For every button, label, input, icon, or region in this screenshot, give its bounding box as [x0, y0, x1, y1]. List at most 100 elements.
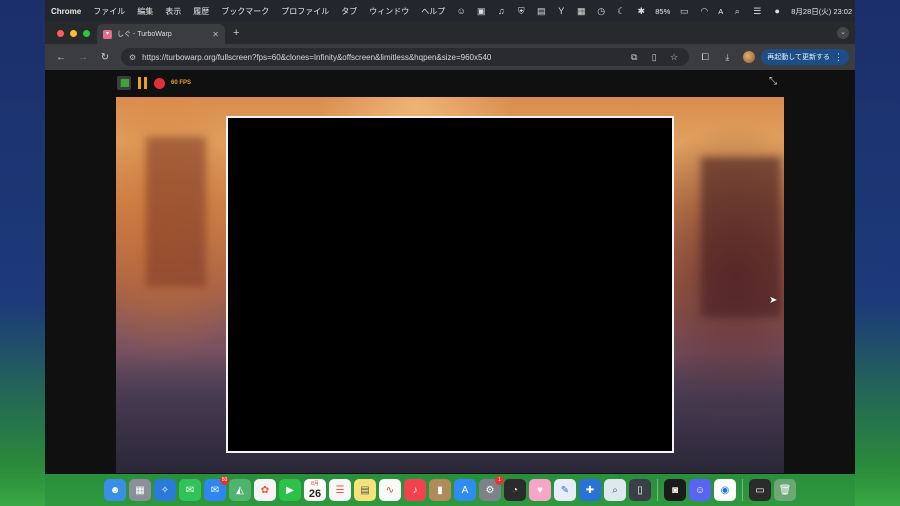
profile-avatar[interactable]	[743, 51, 756, 63]
safari-icon[interactable]: ✧	[154, 479, 176, 501]
menu-bookmarks[interactable]: ブックマーク	[215, 6, 275, 17]
input-mode[interactable]: A	[714, 7, 727, 16]
back-button[interactable]: ←	[51, 52, 71, 63]
bookmark-star-icon[interactable]: ☆	[667, 52, 681, 63]
mail-badge: 50	[220, 476, 229, 485]
tab-title: しぐ - TurboWarp	[117, 31, 172, 38]
extensions-icon[interactable]: ⧠	[695, 52, 715, 63]
menu-app-name[interactable]: Chrome	[45, 7, 87, 16]
messages-icon[interactable]: ✉	[179, 479, 201, 501]
grid-icon[interactable]: ▦	[571, 6, 591, 17]
freeform-icon[interactable]: ∿	[379, 479, 401, 501]
stop-icon[interactable]	[154, 77, 165, 89]
menu-history[interactable]: 履歴	[187, 6, 215, 17]
clock-icon[interactable]: ◷	[591, 6, 611, 17]
status-area: ☺ ▣ ♫ ⛨ ▤ Y ▦ ◷ ☾ ✱ 85% ▭ ◠ A ⌕ ☰ ● 8月28…	[451, 6, 856, 17]
calendar-month: 8月	[311, 480, 319, 487]
black-rectangle-sprite	[226, 116, 674, 453]
download-icon[interactable]: ⤓	[717, 52, 737, 63]
facetime-icon[interactable]: ▶	[279, 479, 301, 501]
control-center-icon[interactable]: ☰	[747, 6, 767, 17]
menu-edit[interactable]: 編集	[131, 6, 159, 17]
menu-window[interactable]: ウィンドウ	[363, 6, 415, 17]
zoom-window-button[interactable]	[83, 29, 90, 37]
kebab-menu-icon[interactable]: ⋮	[834, 52, 843, 63]
page-icon[interactable]: ▯	[647, 52, 661, 63]
trash-icon[interactable]: 🗑	[774, 479, 796, 501]
exit-fullscreen-icon[interactable]: ⤡	[769, 76, 777, 87]
reload-button[interactable]: ↻	[95, 52, 115, 63]
menu-tab[interactable]: タブ	[335, 6, 363, 17]
project-stage[interactable]	[116, 97, 784, 473]
notes-icon[interactable]: ▤	[354, 479, 376, 501]
music-icon[interactable]: ♫	[491, 6, 511, 16]
app-store-icon[interactable]: A	[454, 479, 476, 501]
preview-icon[interactable]: ⌕	[604, 479, 626, 501]
mouse-cursor-icon: ➤	[769, 295, 778, 306]
calendar-icon[interactable]: 8月 26	[304, 479, 326, 501]
settings-badge: 1	[495, 476, 504, 485]
battery-icon[interactable]: ▭	[674, 6, 694, 17]
menu-file[interactable]: ファイル	[87, 6, 131, 17]
pause-icon[interactable]	[138, 77, 147, 89]
reminders-icon[interactable]: ☰	[329, 479, 351, 501]
screen-icon[interactable]: ▣	[471, 6, 491, 17]
moon-icon[interactable]: ☾	[611, 6, 631, 17]
discord-icon[interactable]: ☺	[689, 479, 711, 501]
siri-icon[interactable]: ●	[767, 6, 787, 16]
iphone-mirroring-icon[interactable]: ▯	[629, 479, 651, 501]
shield-icon[interactable]: ⛨	[511, 6, 531, 17]
minimize-window-button[interactable]	[70, 29, 77, 37]
turbowarp-favicon-icon: ▾	[103, 29, 112, 39]
status-app-icon[interactable]: ☺	[451, 6, 471, 16]
menu-clock[interactable]: 8月28日(火) 23:02	[787, 6, 856, 17]
close-window-button[interactable]	[57, 29, 64, 37]
dock: ☻ ▦ ✧ ✉ ✉ 50 ◭ ✿ ▶ 8月 26 ☰ ▤ ∿ ♪ ▮ A ⚙ 1 ◔ …	[45, 474, 855, 506]
site-info-icon[interactable]: ⚙	[129, 53, 136, 62]
search-icon[interactable]: ⌕	[727, 6, 747, 17]
menu-help[interactable]: ヘルプ	[415, 6, 451, 17]
pink-app-icon[interactable]: ♥	[529, 479, 551, 501]
player-controls: 60 FPS	[117, 72, 191, 94]
launchpad-icon[interactable]: ▦	[129, 479, 151, 501]
bluetooth-icon[interactable]: ✱	[631, 6, 651, 17]
clipboard-icon[interactable]: ▤	[531, 6, 551, 17]
forward-button[interactable]: →	[73, 52, 93, 63]
menu-profiles[interactable]: プロファイル	[275, 6, 335, 17]
image-editor-icon[interactable]: ✎	[554, 479, 576, 501]
turbowarp-page: 60 FPS ⤡ ➤	[45, 70, 855, 474]
url-text[interactable]: https://turbowarp.org/fullscreen?fps=60&…	[142, 53, 621, 62]
gamepad-app-icon[interactable]: ✚	[579, 479, 601, 501]
menu-view[interactable]: 表示	[159, 6, 187, 17]
cast-icon[interactable]: ⧉	[627, 52, 641, 63]
browser-window: ▾ しぐ - TurboWarp ✕ + ⌄ ← → ↻ ⚙ https://t…	[45, 22, 855, 474]
speedometer-app-icon[interactable]: ◔	[504, 479, 526, 501]
mail-icon[interactable]: ✉ 50	[204, 476, 229, 501]
new-tab-button[interactable]: +	[233, 27, 239, 39]
system-settings-icon[interactable]: ⚙ 1	[479, 476, 504, 501]
calendar-day: 26	[308, 487, 322, 500]
screen-recorder-icon[interactable]: ◙	[664, 479, 686, 501]
fps-indicator: 60 FPS	[171, 80, 192, 86]
wifi-icon[interactable]: ◠	[694, 6, 714, 17]
tab-turbowarp[interactable]: ▾ しぐ - TurboWarp ✕	[97, 24, 225, 44]
relaunch-update-button[interactable]: 再起動して更新する ⋮	[761, 49, 849, 65]
recent-window-icon[interactable]: ▭	[749, 479, 771, 501]
browser-toolbar: ← → ↻ ⚙ https://turbowarp.org/fullscreen…	[45, 44, 855, 70]
desktop: Chrome ファイル 編集 表示 履歴 ブックマーク プロファイル タブ ウィ…	[0, 0, 900, 506]
address-bar[interactable]: ⚙ https://turbowarp.org/fullscreen?fps=6…	[121, 48, 690, 66]
chrome-icon[interactable]: ◉	[714, 479, 736, 501]
background-tower	[146, 137, 206, 287]
books-icon[interactable]: ▮	[429, 479, 451, 501]
music-app-icon[interactable]: ♪	[404, 479, 426, 501]
finder-icon[interactable]: ☻	[104, 479, 126, 501]
tab-close-icon[interactable]: ✕	[212, 30, 219, 39]
photos-icon[interactable]: ✿	[254, 479, 276, 501]
input-icon[interactable]: Y	[551, 6, 571, 16]
tab-search-chevron-icon[interactable]: ⌄	[837, 27, 849, 39]
maps-icon[interactable]: ◭	[229, 479, 251, 501]
battery-percent[interactable]: 85%	[651, 7, 674, 16]
menu-bar: Chrome ファイル 編集 表示 履歴 ブックマーク プロファイル タブ ウィ…	[45, 0, 855, 22]
green-flag-icon[interactable]	[117, 76, 131, 90]
dock-separator-2	[742, 479, 743, 501]
